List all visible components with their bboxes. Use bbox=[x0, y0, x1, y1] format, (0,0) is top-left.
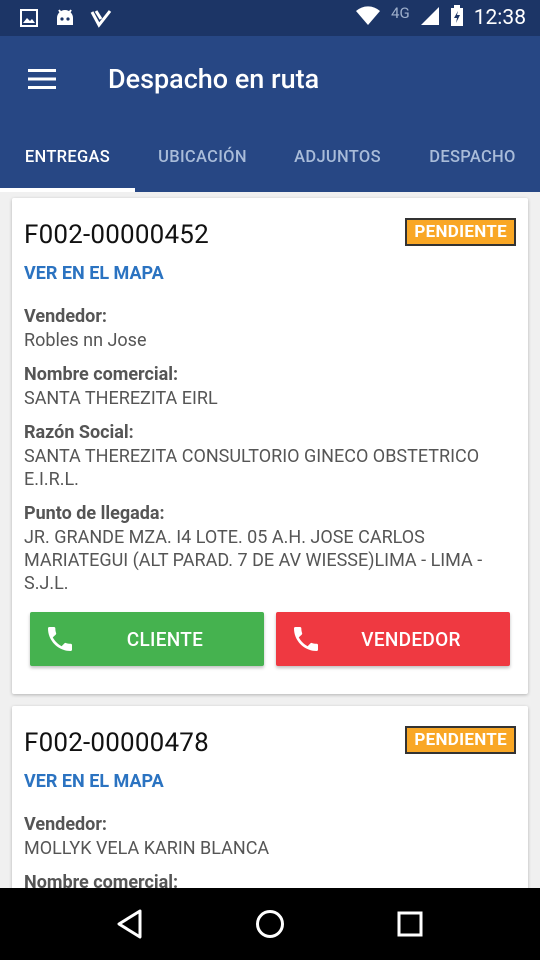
app-bar: Despacho en ruta bbox=[0, 36, 540, 122]
android-icon bbox=[54, 7, 76, 29]
trade-name-label: Nombre comercial: bbox=[24, 364, 179, 385]
legal-name-label: Razón Social: bbox=[24, 422, 134, 443]
delivery-card: F002-00000478 PENDIENTE VER EN EL MAPA V… bbox=[12, 706, 528, 888]
signal-icon bbox=[420, 6, 440, 31]
deliveries-list[interactable]: F002-00000452 PENDIENTE VER EN EL MAPA V… bbox=[0, 192, 540, 888]
legal-name-value: SANTA THEREZITA CONSULTORIO GINECO OBSTE… bbox=[24, 446, 480, 490]
tab-bar: ENTREGAS UBICACIÓN ADJUNTOS DESPACHO bbox=[0, 122, 540, 192]
system-nav-bar bbox=[0, 888, 540, 960]
tab-adjuntos[interactable]: ADJUNTOS bbox=[270, 122, 405, 192]
view-map-link[interactable]: VER EN EL MAPA bbox=[24, 263, 164, 284]
hamburger-menu-icon[interactable] bbox=[0, 36, 84, 122]
seller-label: Vendedor: bbox=[24, 306, 107, 327]
checkmark-icon bbox=[90, 7, 112, 29]
phone-icon bbox=[48, 627, 72, 651]
status-bar: 4G 12:38 bbox=[0, 0, 540, 36]
delivery-id: F002-00000452 bbox=[24, 220, 209, 250]
delivery-id: F002-00000478 bbox=[24, 728, 209, 758]
status-badge: PENDIENTE bbox=[405, 726, 516, 754]
seller-value: MOLLYK VELA KARIN BLANCA bbox=[24, 838, 270, 859]
back-icon[interactable] bbox=[100, 894, 160, 954]
trade-name-value: SANTA THEREZITA EIRL bbox=[24, 388, 218, 409]
trade-name-label: Nombre comercial: bbox=[24, 872, 179, 888]
tab-despacho[interactable]: DESPACHO bbox=[405, 122, 540, 192]
wifi-icon bbox=[355, 5, 381, 31]
tab-entregas[interactable]: ENTREGAS bbox=[0, 122, 135, 192]
call-client-button[interactable]: CLIENTE bbox=[30, 612, 264, 666]
clock: 12:38 bbox=[473, 6, 526, 30]
arrival-point-label: Punto de llegada: bbox=[24, 503, 165, 524]
status-badge: PENDIENTE bbox=[405, 218, 516, 246]
recents-icon[interactable] bbox=[380, 894, 440, 954]
network-type: 4G bbox=[391, 4, 410, 22]
call-seller-button[interactable]: VENDEDOR bbox=[276, 612, 510, 666]
phone-icon bbox=[294, 627, 318, 651]
arrival-point-value: JR. GRANDE MZA. I4 LOTE. 05 A.H. JOSE CA… bbox=[24, 527, 483, 594]
seller-label: Vendedor: bbox=[24, 814, 107, 835]
tab-ubicacion[interactable]: UBICACIÓN bbox=[135, 122, 270, 192]
image-icon bbox=[18, 7, 40, 29]
seller-value: Robles nn Jose bbox=[24, 330, 147, 351]
page-title: Despacho en ruta bbox=[108, 63, 320, 95]
battery-charging-icon bbox=[450, 4, 464, 32]
view-map-link[interactable]: VER EN EL MAPA bbox=[24, 771, 164, 792]
delivery-card: F002-00000452 PENDIENTE VER EN EL MAPA V… bbox=[12, 198, 528, 694]
home-icon[interactable] bbox=[240, 894, 300, 954]
